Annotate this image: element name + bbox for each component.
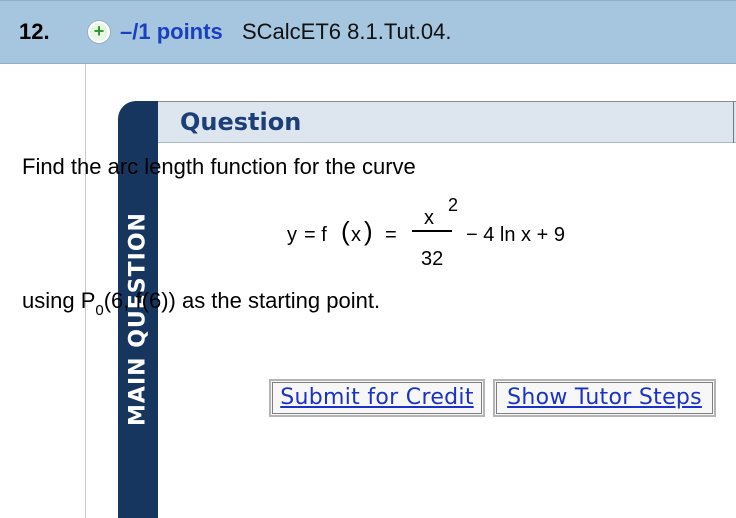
eq-close-paren: ) xyxy=(364,216,373,246)
points-link[interactable]: –/1 points xyxy=(120,19,223,45)
expand-plus-icon[interactable]: + xyxy=(88,21,110,43)
subscript: 0 xyxy=(95,302,104,320)
question-heading-bar: Question xyxy=(158,102,736,143)
eq-numerator: x xyxy=(424,207,434,229)
fraction-bar xyxy=(412,230,452,232)
eq-open-paren: ( xyxy=(341,216,350,246)
eq-equals-f: = f xyxy=(304,224,327,246)
eq-exponent: 2 xyxy=(448,195,459,215)
submit-for-credit-button[interactable]: Submit for Credit xyxy=(269,379,485,417)
eq-y: y xyxy=(287,224,297,246)
starting-point-after: (6, f(6)) as the starting point. xyxy=(103,288,381,313)
starting-point-before: using P xyxy=(22,288,96,313)
eq-var: x xyxy=(351,224,361,246)
show-tutor-steps-button[interactable]: Show Tutor Steps xyxy=(493,379,716,417)
eq-denominator: 32 xyxy=(421,248,444,270)
question-prompt: Find the arc length function for the cur… xyxy=(22,154,416,179)
question-header-bar: 12. + –/1 points SCalcET6 8.1.Tut.04. xyxy=(0,0,736,64)
question-number: 12. xyxy=(19,19,50,44)
question-title: Question xyxy=(180,108,302,136)
problem-code: SCalcET6 8.1.Tut.04. xyxy=(242,19,452,44)
starting-point-text: using P0(6, f(6)) as the starting point. xyxy=(22,288,381,320)
main-question-tab-label: MAIN QUESTION xyxy=(125,212,151,426)
heading-edge xyxy=(733,102,734,143)
eq-rest: − 4 ln x + 9 xyxy=(466,224,565,246)
eq-equals: = xyxy=(385,224,397,246)
